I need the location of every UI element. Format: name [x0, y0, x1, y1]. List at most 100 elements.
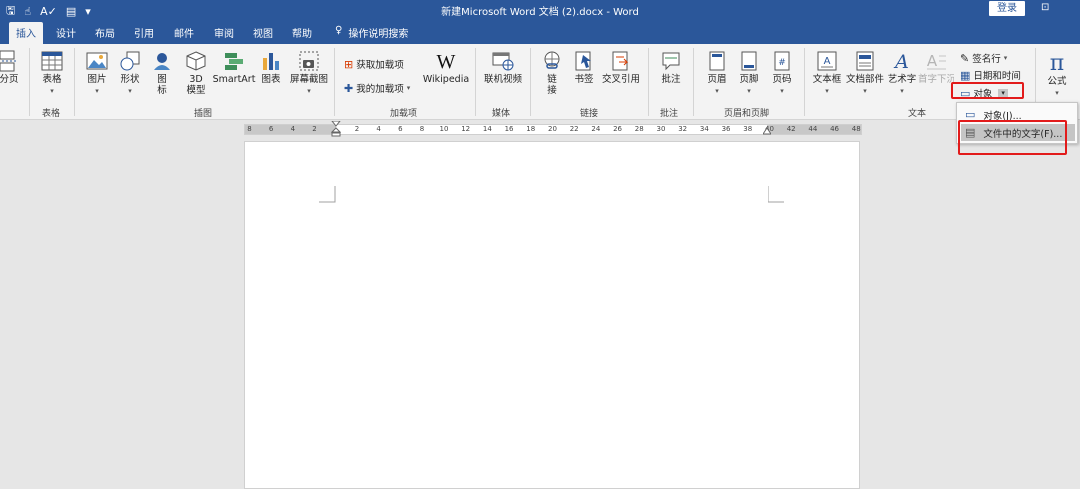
ruler-number: 12 [461, 125, 471, 133]
ruler-number: 10 [439, 125, 449, 133]
screenshot-label: 屏幕截图 [289, 74, 328, 85]
table-button[interactable]: 表格 ▾ [38, 50, 66, 97]
dropdown-caret-icon: ▾ [863, 87, 867, 95]
indent-marker-icon[interactable] [331, 121, 341, 137]
wordart-button[interactable]: A 艺术字 ▾ [886, 50, 918, 97]
textbox-button[interactable]: A 文本框 ▾ [811, 50, 843, 97]
login-button[interactable]: 登录 [989, 1, 1025, 16]
svg-text:W: W [437, 51, 456, 72]
header-label: 页眉 [707, 74, 727, 85]
dropdown-caret-icon: ▾ [1003, 54, 1008, 62]
date-time-label: 日期和时间 [973, 71, 1021, 82]
tab-design[interactable]: 设计 [56, 25, 76, 40]
page-number-icon: # [774, 51, 790, 71]
separator [475, 48, 476, 116]
online-video-button[interactable]: 联机视频 [481, 50, 525, 85]
link-label: 链 接 [547, 74, 557, 96]
3d-models-label: 3D 模型 [186, 74, 206, 96]
ruler-number: 28 [634, 125, 644, 133]
equation-label: 公式 [1047, 76, 1067, 87]
screenshot-icon [299, 51, 319, 71]
ruler-number: 20 [548, 125, 557, 133]
tab-references[interactable]: 引用 [134, 25, 154, 40]
3d-models-button[interactable]: 3D 模型 [182, 50, 210, 96]
ruler-number: 38 [743, 125, 753, 133]
ribbon-display-icon[interactable]: ⊡ [1041, 2, 1049, 13]
group-label-tables: 表格 [42, 109, 61, 119]
dropdown-caret-icon: ▾ [95, 87, 99, 95]
tab-view[interactable]: 视图 [253, 25, 273, 40]
highlight-box-text-from-file [958, 120, 1067, 155]
online-video-label: 联机视频 [483, 74, 522, 85]
ruler-number: 22 [569, 125, 579, 133]
comment-button[interactable]: 批注 [657, 50, 685, 85]
tab-layout[interactable]: 布局 [95, 25, 115, 40]
equation-button[interactable]: π 公式 ▾ [1042, 50, 1072, 99]
page-break-button[interactable]: 分页 [0, 50, 20, 85]
get-addins-label: 获取加载项 [356, 60, 404, 71]
page-number-button[interactable]: # 页码 ▾ [768, 50, 796, 97]
quick-parts-button[interactable]: 文档部件 ▾ [845, 50, 885, 97]
horizontal-ruler[interactable]: 8 6 4 2 2 4 6 8 10 12 14 16 18 20 22 24 26 28 30 32 34 36 38 40… [244, 121, 862, 137]
ruler-number: 4 [376, 125, 381, 133]
link-button[interactable]: 链 接 [540, 50, 564, 96]
margin-corner-mark [768, 186, 784, 203]
page-break-icon [0, 50, 16, 72]
tab-insert[interactable]: 插入 [9, 22, 43, 44]
store-icon: ⊞ [344, 57, 354, 71]
get-addins-button[interactable]: ⊞ 获取加载项 [344, 57, 404, 72]
bookmark-button[interactable]: 书签 [570, 50, 598, 85]
right-indent-marker-icon[interactable] [763, 127, 771, 135]
tab-review[interactable]: 审阅 [214, 25, 234, 40]
puzzle-icon: ✚ [344, 81, 354, 95]
bookmark-icon [575, 51, 591, 71]
comment-label: 批注 [661, 74, 681, 85]
separator [648, 48, 649, 116]
my-addins-button[interactable]: ✚ 我的加载项 ▾ [344, 81, 410, 96]
bookmark-label: 书签 [574, 74, 594, 85]
dropdown-caret-icon: ▾ [747, 87, 751, 95]
ruler-number: 36 [721, 125, 731, 133]
icons-button[interactable]: 图 标 [150, 50, 174, 96]
dropdown-caret-icon: ▾ [715, 87, 719, 95]
tab-mailings[interactable]: 邮件 [174, 25, 194, 40]
chart-button[interactable]: 图表 [258, 50, 284, 85]
smartart-button[interactable]: SmartArt [212, 50, 256, 85]
shapes-button[interactable]: 形状 ▾ [116, 50, 144, 97]
ruler-number: 8 [419, 125, 425, 133]
ruler-number: 34 [699, 125, 709, 133]
ruler-number: 4 [290, 125, 296, 133]
ruler-number: 2 [354, 125, 360, 133]
cross-reference-button[interactable]: 交叉引用 [599, 50, 643, 85]
comment-icon [662, 52, 680, 71]
dropcap-label: 首字下沉 [918, 74, 954, 85]
signature-line-button[interactable]: ✎ 签名行 ▾ [960, 51, 1008, 66]
ruler-number: 2 [312, 125, 317, 133]
ruler-number: 42 [786, 125, 796, 133]
dropdown-caret-icon: ▾ [780, 87, 784, 95]
pictures-button[interactable]: 图片 ▾ [83, 50, 111, 97]
ruler-number: 32 [678, 125, 688, 133]
tell-me-label: 操作说明搜索 [348, 29, 409, 40]
dropdown-caret-icon: ▾ [900, 87, 904, 95]
ruler-number: 46 [830, 125, 840, 133]
document-page[interactable] [244, 141, 860, 489]
dropcap-button[interactable]: A 首字下沉 [918, 50, 954, 85]
group-label-illustrations: 插图 [194, 109, 213, 119]
tell-me-search[interactable]: ♀ 操作说明搜索 [335, 25, 408, 40]
table-label: 表格 [42, 74, 62, 85]
date-time-button[interactable]: ▦ 日期和时间 [960, 68, 1021, 83]
wikipedia-button[interactable]: W Wikipedia [421, 50, 471, 85]
separator [693, 48, 694, 116]
window-title: 新建Microsoft Word 文档 (2).docx - Word [441, 7, 639, 18]
footer-button[interactable]: 页脚 ▾ [735, 50, 763, 97]
icons-label: 图 标 [157, 74, 167, 96]
ruler-number: 6 [398, 125, 403, 133]
screenshot-button[interactable]: 屏幕截图 ▾ [287, 50, 331, 97]
dropdown-caret-icon: ▾ [1055, 89, 1059, 97]
tab-help[interactable]: 帮助 [292, 25, 312, 40]
icons-icon [154, 53, 170, 70]
quick-parts-label: 文档部件 [845, 74, 884, 85]
header-button[interactable]: 页眉 ▾ [703, 50, 731, 97]
separator [804, 48, 805, 116]
